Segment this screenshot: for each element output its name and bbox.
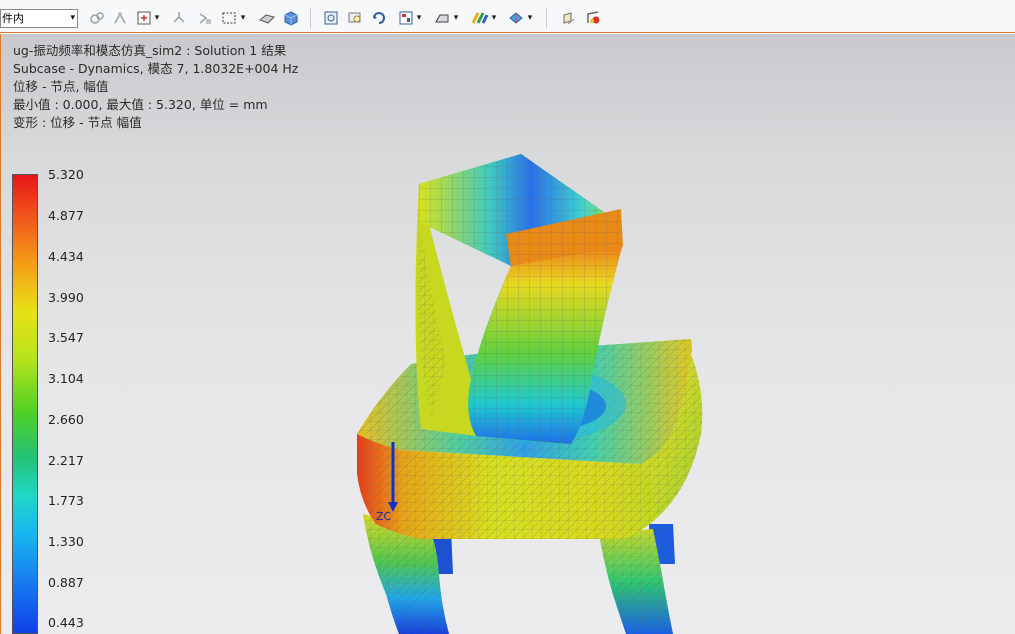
legend-value: 4.434 (48, 249, 84, 264)
transparency-icon[interactable] (560, 9, 578, 27)
chevron-down-icon: ▾ (70, 13, 75, 23)
chevron-down-icon[interactable]: ▾ (451, 9, 461, 27)
legend-value: 1.330 (48, 534, 84, 549)
legend-value: 3.547 (48, 330, 84, 345)
info-min-max: 最小值 : 0.000, 最大值 : 5.320, 单位 = mm (13, 97, 268, 112)
fit-view-icon[interactable] (322, 9, 340, 27)
chevron-down-icon[interactable]: ▾ (525, 9, 535, 27)
background-icon[interactable] (471, 9, 489, 27)
selection-filter-value: 件内 (2, 12, 24, 25)
triad-z-label: ZC (376, 510, 392, 523)
graphics-window[interactable]: ZC ug-振动频率和模态仿真_sim2 : Solution 1 结果 Sub… (0, 34, 1015, 634)
info-title: ug-振动频率和模态仿真_sim2 : Solution 1 结果 (13, 43, 287, 58)
triad-icon (388, 442, 398, 512)
snap-dropdown-icon[interactable] (135, 9, 153, 27)
legend-value: 3.104 (48, 371, 84, 386)
legend-value: 4.877 (48, 208, 84, 223)
dynamic-wcs-icon[interactable] (170, 9, 188, 27)
toolbar-separator (310, 8, 311, 28)
legend-value: 0.887 (48, 575, 84, 590)
info-result-type: 位移 - 节点, 幅值 (13, 79, 109, 94)
rotate-icon[interactable] (370, 9, 388, 27)
section-icon[interactable] (507, 9, 525, 27)
chevron-down-icon[interactable]: ▾ (152, 9, 162, 27)
edge-display-icon[interactable] (433, 9, 451, 27)
shaded-edges-icon[interactable] (258, 9, 276, 27)
shaded-icon[interactable] (282, 9, 300, 27)
legend-value: 5.320 (48, 167, 84, 182)
toolbar-separator (546, 8, 547, 28)
legend-value: 2.660 (48, 412, 84, 427)
info-deformation: 变形 : 位移 - 节点 幅值 (13, 115, 142, 130)
toolbar: 件内 ▾ ▾ ▾ ▾ ▾ ▾ ▾ (0, 0, 1015, 33)
wcs-icon[interactable] (111, 9, 129, 27)
info-subcase: Subcase - Dynamics, 模态 7, 1.8032E+004 Hz (13, 61, 299, 76)
selection-filter-dropdown[interactable]: 件内 ▾ (0, 9, 78, 28)
snap-point-icon[interactable] (88, 9, 106, 27)
chevron-down-icon[interactable]: ▾ (414, 9, 424, 27)
origin-icon[interactable] (196, 9, 214, 27)
color-legend-bar (12, 174, 38, 634)
chevron-down-icon[interactable]: ▾ (238, 9, 248, 27)
view-layout-icon[interactable] (397, 9, 415, 27)
legend-value: 0.443 (48, 615, 84, 630)
legend-value: 2.217 (48, 453, 84, 468)
select-box-icon[interactable] (220, 9, 238, 27)
color-display-icon[interactable] (584, 9, 602, 27)
chevron-down-icon[interactable]: ▾ (489, 9, 499, 27)
legend-value: 1.773 (48, 493, 84, 508)
result-info: ug-振动频率和模态仿真_sim2 : Solution 1 结果 Subcas… (13, 42, 298, 132)
legend-value: 3.990 (48, 290, 84, 305)
zoom-icon[interactable] (346, 9, 364, 27)
